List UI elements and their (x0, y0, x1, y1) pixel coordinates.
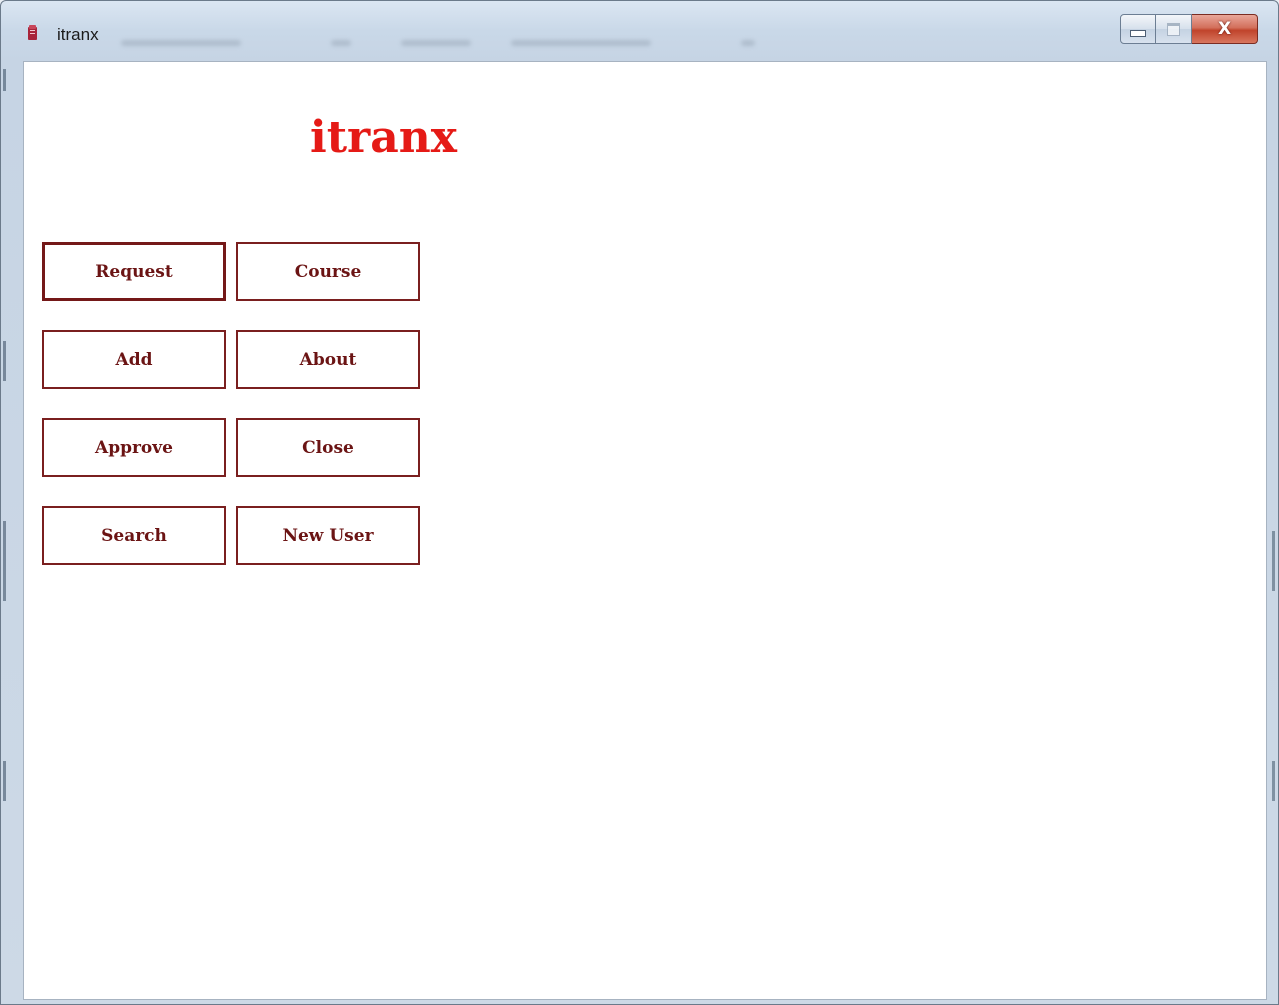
close-window-button[interactable]: X (1192, 14, 1258, 44)
close-button[interactable]: Close (236, 418, 420, 477)
background-blur (111, 31, 791, 55)
course-button[interactable]: Course (236, 242, 420, 301)
app-window: itranx X itranx Request Course Add About… (0, 0, 1279, 1005)
about-button[interactable]: About (236, 330, 420, 389)
main-panel: itranx Request Course Add About Approve … (23, 61, 1267, 1000)
title-bar[interactable]: itranx X (1, 1, 1278, 61)
maximize-icon (1167, 22, 1180, 36)
minimize-button[interactable] (1120, 14, 1156, 44)
new-user-button[interactable]: New User (236, 506, 420, 565)
search-button[interactable]: Search (42, 506, 226, 565)
left-window-edge (1, 61, 9, 1001)
right-window-edge (1268, 61, 1278, 1001)
minimize-icon (1130, 29, 1146, 37)
app-icon (27, 25, 39, 42)
request-button[interactable]: Request (42, 242, 226, 301)
maximize-button[interactable] (1156, 14, 1192, 44)
close-icon: X (1217, 18, 1232, 39)
add-button[interactable]: Add (42, 330, 226, 389)
window-controls: X (1120, 14, 1258, 44)
approve-button[interactable]: Approve (42, 418, 226, 477)
window-title: itranx (57, 25, 99, 44)
app-heading: itranx (310, 112, 457, 163)
